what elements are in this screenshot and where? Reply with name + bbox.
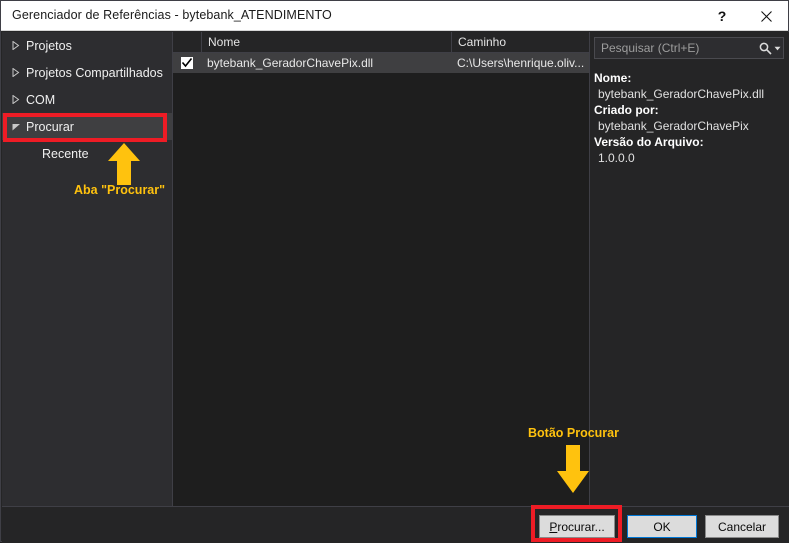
row-name: bytebank_GeradorChavePix.dll — [207, 56, 374, 70]
list-column-headers: Nome Caminho — [173, 32, 589, 53]
column-header-name[interactable]: Nome — [202, 32, 452, 52]
category-sidebar: Projetos Projetos Compartilhados COM Pro… — [2, 32, 172, 506]
column-header-check[interactable] — [173, 32, 202, 52]
sidebar-item-projetos[interactable]: Projetos — [2, 32, 172, 59]
detail-key-versao: Versão do Arquivo: — [594, 135, 704, 149]
search-icon — [759, 42, 772, 55]
browse-button[interactable]: Procurar... — [539, 515, 615, 538]
sidebar-item-recente[interactable]: Recente — [2, 140, 172, 167]
chevron-down-icon — [8, 123, 24, 131]
close-icon — [760, 10, 772, 22]
sidebar-item-label: Projetos Compartilhados — [26, 65, 163, 80]
browse-button-accel: P — [549, 519, 558, 534]
column-header-path[interactable]: Caminho — [452, 32, 589, 52]
browse-button-label: rocurar... — [557, 519, 605, 534]
sidebar-item-com[interactable]: COM — [2, 86, 172, 113]
chevron-down-icon — [774, 46, 781, 50]
detail-key-criado-por: Criado por: — [594, 103, 659, 117]
dialog-body: Projetos Projetos Compartilhados COM Pro… — [2, 32, 789, 543]
cancel-button[interactable]: Cancelar — [705, 515, 779, 538]
checkbox-checked-icon — [181, 57, 193, 69]
sidebar-item-label: COM — [26, 92, 56, 107]
ok-button[interactable]: OK — [627, 515, 697, 538]
help-button[interactable]: ? — [700, 1, 744, 31]
search-input[interactable]: Pesquisar (Ctrl+E) — [594, 37, 784, 59]
dialog-button-bar: Procurar... OK Cancelar — [2, 506, 789, 543]
sidebar-item-procurar[interactable]: Procurar — [2, 113, 172, 140]
detail-value-nome: bytebank_GeradorChavePix.dll — [598, 87, 765, 101]
row-checkbox[interactable] — [173, 57, 201, 69]
reference-list-panel: Nome Caminho bytebank_GeradorChavePix.dl… — [172, 32, 590, 506]
chevron-right-icon — [8, 95, 24, 104]
search-icon-group[interactable] — [757, 42, 783, 55]
window-title: Gerenciador de Referências - bytebank_AT… — [12, 8, 332, 22]
window-controls: ? — [700, 1, 788, 31]
chevron-right-icon — [8, 41, 24, 50]
detail-panel: Pesquisar (Ctrl+E) Nome: bytebank_Gerado… — [590, 32, 789, 506]
detail-value-versao: 1.0.0.0 — [598, 151, 635, 165]
close-button[interactable] — [744, 1, 788, 31]
chevron-right-icon — [8, 68, 24, 77]
title-bar: Gerenciador de Referências - bytebank_AT… — [1, 1, 788, 31]
reference-manager-dialog: Gerenciador de Referências - bytebank_AT… — [0, 0, 789, 543]
sidebar-item-label: Projetos — [26, 38, 72, 53]
row-path: C:\Users\henrique.oliv... — [457, 56, 585, 70]
sidebar-item-label: Recente — [42, 146, 89, 161]
sidebar-item-label: Procurar — [26, 119, 74, 134]
sidebar-item-projetos-compartilhados[interactable]: Projetos Compartilhados — [2, 59, 172, 86]
detail-key-nome: Nome: — [594, 71, 632, 85]
detail-fields: Nome: bytebank_GeradorChavePix.dll Criad… — [594, 70, 786, 166]
table-row[interactable]: bytebank_GeradorChavePix.dll C:\Users\he… — [173, 53, 589, 73]
search-placeholder: Pesquisar (Ctrl+E) — [601, 41, 700, 55]
detail-value-criado-por: bytebank_GeradorChavePix — [598, 119, 749, 133]
